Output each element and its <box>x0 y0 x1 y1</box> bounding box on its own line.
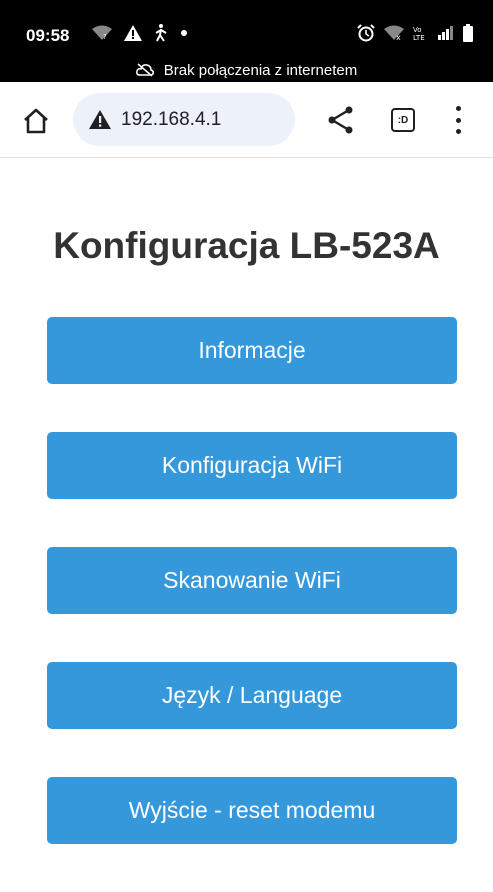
volte-icon: VoLTE <box>413 26 425 41</box>
url-text[interactable]: 192.168.4.1 <box>121 109 221 131</box>
overflow-menu-icon[interactable] <box>450 106 466 134</box>
tabs-label: :D <box>397 114 409 126</box>
battery-icon <box>463 24 473 42</box>
signal-icon <box>438 26 453 40</box>
offline-text: Brak połączenia z internetem <box>163 61 358 79</box>
svg-text:x: x <box>396 33 401 41</box>
exit-reset-button[interactable]: Wyjście - reset modemu <box>47 777 457 844</box>
menu-dot <box>455 106 461 111</box>
menu-dot <box>455 117 461 123</box>
language-button[interactable]: Język / Language <box>47 662 457 729</box>
wifi-config-button[interactable]: Konfiguracja WiFi <box>47 432 457 499</box>
tabs-button[interactable]: :D <box>391 108 415 132</box>
status-icons-right: x Vo LTE <box>357 24 473 42</box>
status-bar: 09:58 ? x Vo LTE <box>0 0 493 58</box>
browser-toolbar: 192.168.4.1 :D <box>0 82 493 158</box>
informacje-button[interactable]: Informacje <box>47 317 457 384</box>
wifi-x-icon: x <box>384 25 404 41</box>
status-icons-left: ? <box>92 24 188 42</box>
offline-banner: Brak połączenia z internetem <box>0 58 493 82</box>
status-time: 09:58 <box>26 26 70 45</box>
warning-icon <box>124 25 142 41</box>
wifi-scan-button[interactable]: Skanowanie WiFi <box>47 547 457 614</box>
cloud-off-icon <box>135 63 154 77</box>
alarm-icon <box>357 24 375 42</box>
address-bar[interactable]: 192.168.4.1 <box>73 93 295 146</box>
menu-list: Informacje Konfiguracja WiFi Skanowanie … <box>47 317 457 892</box>
svg-text:?: ? <box>103 33 107 41</box>
walking-person-icon <box>155 24 167 42</box>
svg-text:LTE: LTE <box>413 34 425 41</box>
share-icon[interactable] <box>328 106 354 134</box>
dot-icon <box>181 30 187 36</box>
svg-text:Vo: Vo <box>413 26 422 34</box>
menu-dot <box>455 129 461 134</box>
home-icon[interactable] <box>22 108 50 134</box>
page-title: Konfiguracja LB-523A <box>53 225 440 266</box>
wifi-question-icon: ? <box>92 25 112 41</box>
warning-icon[interactable] <box>89 110 111 129</box>
